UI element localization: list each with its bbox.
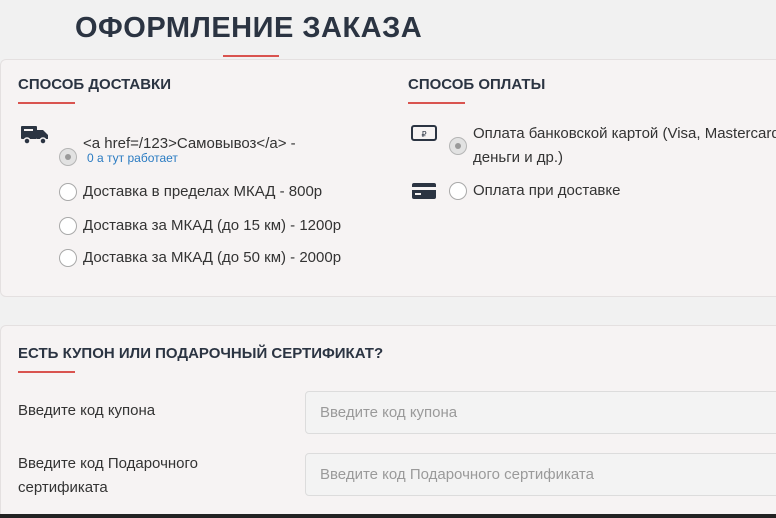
payment-heading-underline — [408, 102, 465, 104]
page-title: ОФОРМЛЕНИЕ ЗАКАЗА — [75, 12, 423, 44]
payment-heading: СПОСОБ ОПЛАТЫ — [408, 76, 546, 93]
payment-option-label: деньги и др.) — [473, 149, 564, 166]
page-title-underline — [223, 55, 279, 57]
payment-radio-cod[interactable] — [449, 182, 467, 200]
coupon-label: Введите код купона — [18, 402, 156, 419]
credit-card-icon — [412, 183, 436, 199]
gift-label-line1: Введите код Подарочного — [18, 455, 198, 472]
delivery-radio-50km[interactable] — [59, 249, 77, 267]
payment-option-card[interactable]: Оплата банковской картой (Visa, Masterca… — [449, 122, 776, 170]
bottom-edge-bar — [0, 514, 776, 518]
delivery-option-15km[interactable]: Доставка за МКАД (до 15 км) - 1200р — [59, 214, 341, 238]
delivery-heading: СПОСОБ ДОСТАВКИ — [18, 76, 171, 93]
coupon-input[interactable] — [305, 391, 776, 434]
coupon-heading: ЕСТЬ КУПОН ИЛИ ПОДАРОЧНЫЙ СЕРТИФИКАТ? — [18, 345, 384, 362]
delivery-option-50km[interactable]: Доставка за МКАД (до 50 км) - 2000р — [59, 246, 341, 270]
svg-text:₽: ₽ — [421, 130, 426, 139]
delivery-option-label: Доставка за МКАД (до 50 км) - 2000р — [83, 249, 342, 266]
gift-label-line2: сертификата — [18, 479, 108, 496]
gift-certificate-input[interactable] — [305, 453, 776, 496]
truck-icon — [21, 126, 48, 145]
coupon-heading-underline — [18, 371, 75, 373]
delivery-radio-mkad[interactable] — [59, 183, 77, 201]
delivery-option-label: Доставка за МКАД (до 15 км) - 1200р — [83, 217, 342, 234]
payment-option-label: Оплата при доставке — [473, 182, 621, 199]
payment-option-label: Оплата банковской картой (Visa, Masterca… — [473, 125, 776, 142]
gift-certificate-label: Введите код Подарочного сертификата — [18, 452, 198, 500]
pickup-note: 0 а тут работает — [87, 151, 178, 165]
delivery-heading-underline — [18, 102, 75, 104]
ruble-terminal-icon: ₽ — [411, 125, 437, 141]
payment-option-cod[interactable]: Оплата при доставке — [449, 179, 620, 203]
delivery-radio-pickup[interactable] — [59, 148, 77, 166]
delivery-option-mkad[interactable]: Доставка в пределах МКАД - 800р — [59, 180, 322, 204]
delivery-radio-15km[interactable] — [59, 217, 77, 235]
delivery-option-label: Доставка в пределах МКАД - 800р — [83, 183, 323, 200]
payment-radio-card[interactable] — [449, 137, 467, 155]
